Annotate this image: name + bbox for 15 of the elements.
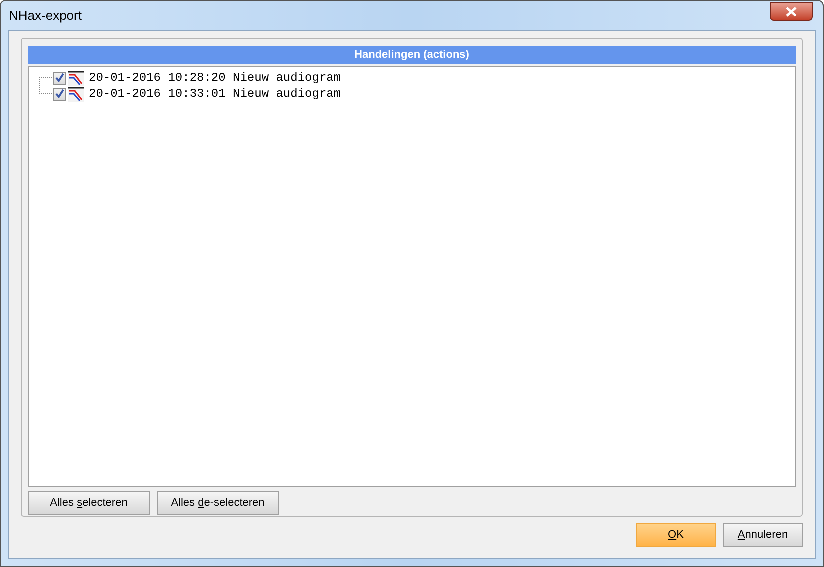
tree-connector-lines — [39, 77, 55, 95]
select-button[interactable]: Alles selecteren — [28, 491, 150, 515]
tree-item-label[interactable]: 20-01-2016 10:28:20 Nieuw audiogram — [89, 69, 342, 87]
checkbox[interactable] — [53, 88, 66, 100]
close-icon — [786, 6, 797, 16]
checkbox[interactable] — [53, 72, 66, 84]
tree-item-label[interactable]: 20-01-2016 10:33:01 Nieuw audiogram — [89, 85, 342, 103]
panel-header: Handelingen (actions) — [28, 46, 796, 64]
dialog-button[interactable]: Annuleren — [723, 523, 803, 547]
dialog-button[interactable]: OK — [636, 523, 716, 547]
select-button[interactable]: Alles de-selecteren — [157, 491, 279, 515]
audiogram-icon — [68, 70, 84, 86]
window-title: NHax-export — [9, 6, 82, 25]
audiogram-icon — [68, 86, 84, 102]
close-button[interactable] — [770, 2, 813, 21]
